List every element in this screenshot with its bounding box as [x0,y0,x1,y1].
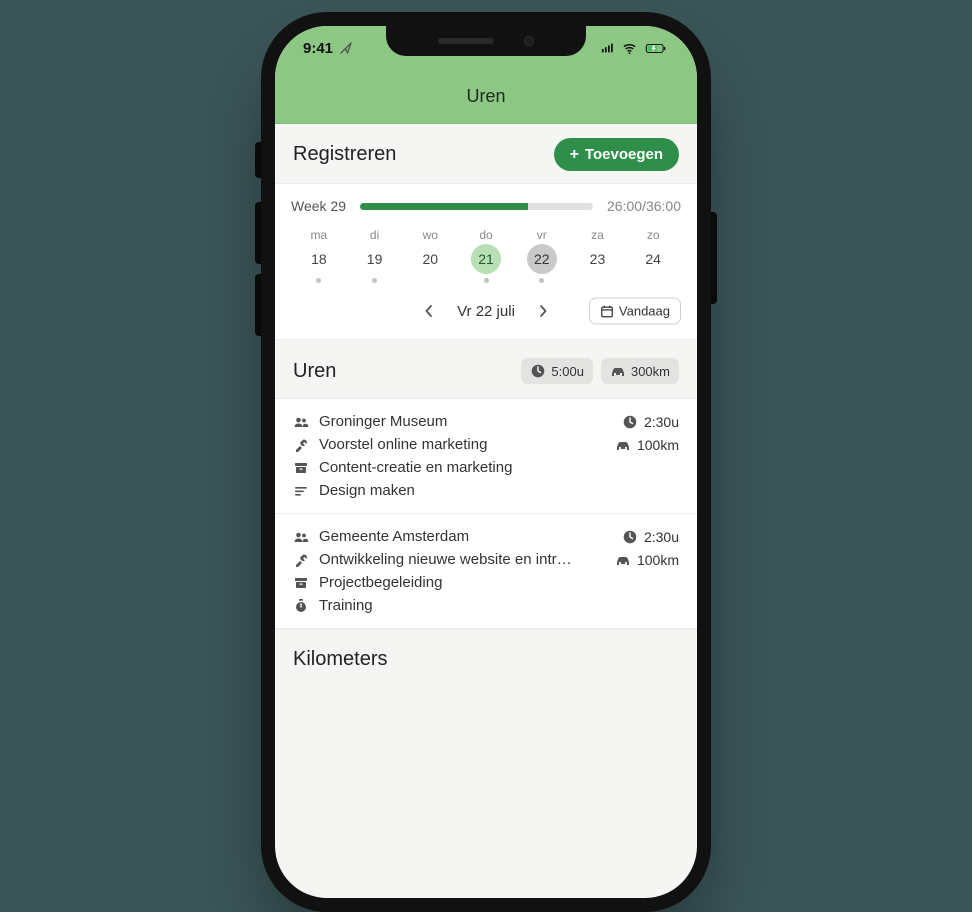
day-cell[interactable]: ma 18 [291,228,347,283]
hour-entry[interactable]: Gemeente Amsterdam 2:30u Ontwikkeling nieu… [275,514,697,629]
chevron-left-icon [421,303,437,319]
day-dot [539,278,544,283]
entry-text: Voorstel online marketing [319,436,487,453]
day-dot [484,278,489,283]
clock-icon [622,414,638,430]
week-total: 26:00/36:00 [607,198,681,214]
day-number: 22 [527,244,557,274]
entry-text: Gemeente Amsterdam [319,528,469,545]
kilometers-title: Kilometers [293,648,679,671]
entry-text: Projectbegeleiding [319,574,442,591]
app-header: Uren [275,70,697,124]
lines-icon [293,483,309,499]
entry-text: Content-creatie en marketing [319,459,512,476]
week-card: Week 29 26:00/36:00 ma 18 di 19 wo 20 do 21 vr 22… [275,183,697,340]
day-abbr: do [458,228,514,242]
day-abbr: za [570,228,626,242]
days-row: ma 18 di 19 wo 20 do 21 vr 22 za 23 zo 24 [291,228,681,283]
day-cell[interactable]: do 21 [458,228,514,283]
day-number: 18 [304,244,334,274]
location-icon [338,40,354,56]
total-distance-badge: 300km [601,358,679,384]
chevron-right-icon [535,303,551,319]
selected-date-label: Vr 22 juli [457,303,515,320]
stopwatch-icon [293,598,309,614]
hour-entry[interactable]: Groninger Museum 2:30u Voorstel online mar… [275,399,697,514]
entry-list: Groninger Museum 2:30u Voorstel online mar… [275,399,697,629]
hours-header: Uren 5:00u 300km [275,340,697,399]
entry-text: Groninger Museum [319,413,447,430]
date-nav: Vr 22 juli Vandaag [291,297,681,325]
car-icon [615,552,631,568]
week-label: Week 29 [291,198,346,214]
today-button[interactable]: Vandaag [589,298,681,325]
archive-icon [293,575,309,591]
car-icon [615,437,631,453]
day-abbr: di [347,228,403,242]
tools-icon [293,552,309,568]
week-progress [360,203,593,210]
wifi-icon [621,41,638,56]
day-cell[interactable]: vr 22 [514,228,570,283]
day-number: 20 [415,244,445,274]
entry-text: Design maken [319,482,415,499]
signal-icon [600,41,616,55]
day-dot [316,278,321,283]
kilometers-header: Kilometers [275,629,697,685]
day-abbr: ma [291,228,347,242]
day-abbr: wo [402,228,458,242]
notch [386,26,586,56]
car-icon [610,363,626,379]
day-number: 23 [582,244,612,274]
day-number: 21 [471,244,501,274]
add-button[interactable]: + Toevoegen [554,138,679,171]
day-cell[interactable]: di 19 [347,228,403,283]
clock-icon [530,363,546,379]
status-time: 9:41 [303,40,333,57]
add-button-label: Toevoegen [585,146,663,163]
archive-icon [293,460,309,476]
day-number: 24 [638,244,668,274]
day-abbr: vr [514,228,570,242]
entry-value: 100km [637,552,679,568]
day-cell[interactable]: za 23 [570,228,626,283]
day-cell[interactable]: wo 20 [402,228,458,283]
entry-value: 2:30u [644,414,679,430]
prev-day-button[interactable] [415,297,443,325]
screen: 9:41 Uren Registreren + Toevoegen Week 2… [275,26,697,898]
users-icon [293,529,309,545]
battery-icon [643,41,669,56]
calendar-icon [600,304,614,318]
users-icon [293,414,309,430]
next-day-button[interactable] [529,297,557,325]
today-button-label: Vandaag [619,304,670,319]
entry-text: Training [319,597,373,614]
entry-value: 100km [637,437,679,453]
tools-icon [293,437,309,453]
total-duration-badge: 5:00u [521,358,593,384]
hours-title: Uren [293,360,336,383]
plus-icon: + [570,147,579,163]
entry-text: Ontwikkeling nieuwe website en intrane..… [319,551,579,568]
day-number: 19 [360,244,390,274]
register-bar: Registreren + Toevoegen [275,124,697,183]
page-title: Uren [466,86,505,107]
day-cell[interactable]: zo 24 [625,228,681,283]
day-abbr: zo [625,228,681,242]
phone-frame: 9:41 Uren Registreren + Toevoegen Week 2… [261,12,711,912]
clock-icon [622,529,638,545]
day-dot [372,278,377,283]
entry-value: 2:30u [644,529,679,545]
register-title: Registreren [293,143,396,166]
